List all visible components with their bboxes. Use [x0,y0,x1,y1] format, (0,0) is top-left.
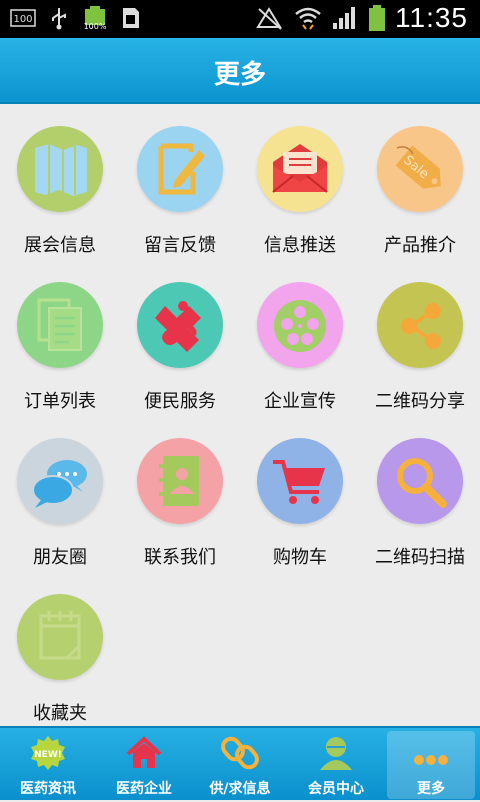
grid-item-label: 联系我们 [144,547,216,568]
tab-label: 会员中心 [308,781,364,797]
tab-pharma-news[interactable]: NEW! 医药资讯 [0,728,96,802]
grid-item-icon-circle: Sale [377,126,463,212]
status-left-icons: 100 100% [10,6,144,30]
grid-item-label: 产品推介 [384,235,456,256]
grid-item-moments[interactable]: 朋友圈 [0,416,120,572]
grid-item-contact-us[interactable]: 联系我们 [120,416,240,572]
grid-item-order-list[interactable]: 订单列表 [0,260,120,416]
sim-card-icon [123,8,139,28]
grid-item-label: 收藏夹 [33,703,87,724]
grid-item-icon-circle [377,438,463,524]
grid-item-label: 企业宣传 [264,391,336,412]
svg-text:100%: 100% [84,22,107,30]
grid-item-exhibition-info[interactable]: 展会信息 [0,104,120,260]
page-title: 更多 [213,60,266,90]
shopping-cart-icon [273,460,325,504]
svg-text:100: 100 [13,14,32,25]
grid-item-label: 二维码分享 [375,391,465,412]
status-time: 11:35 [395,2,468,33]
chain-link-icon [221,736,259,770]
tab-label: 医药资讯 [20,781,76,797]
tab-more[interactable]: 更多 [387,731,475,799]
grid-item-label: 朋友圈 [33,547,87,568]
svg-text:NEW!: NEW! [34,750,62,760]
status-right-icons: 11:35 [255,2,468,34]
grid-item-label: 展会信息 [24,235,96,256]
tab-pharma-companies[interactable]: 医药企业 [96,728,192,802]
grid-item-icon-circle [137,438,223,524]
grid-item-icon-circle [17,594,103,680]
tab-label: 供/求信息 [209,781,271,797]
storage-icon: 100 [10,9,36,27]
more-dots-icon [414,755,448,765]
grid-item-favorites[interactable]: 收藏夹 [0,572,120,728]
pencil-edit-icon [158,143,205,195]
grid-item-label: 二维码扫描 [375,547,465,568]
magnifier-icon [397,458,447,508]
grid-item-icon-circle [137,126,223,212]
no-signal-icon [256,7,282,30]
tab-member-center[interactable]: 会员中心 [288,728,384,802]
title-bar: 更多 [0,38,480,104]
mail-icon [272,144,328,193]
contacts-book-icon [159,456,199,506]
grid-item-icon-circle [257,282,343,368]
battery-full-icon: 100% [84,6,107,30]
chat-bubbles-icon [32,460,87,508]
tab-label: 更多 [417,781,445,797]
usb-icon [52,8,66,30]
film-reel-icon [274,300,326,352]
documents-icon [37,298,82,351]
grid-item-company-promo[interactable]: 企业宣传 [240,260,360,416]
feature-grid: 展会信息 留言反馈 信息推送 Sale 产品推介 订单列表 便民服务 企业宣传 … [0,104,480,726]
grid-item-shopping-cart[interactable]: 购物车 [240,416,360,572]
grid-item-label: 购物车 [273,547,327,568]
grid-item-icon-circle [17,282,103,368]
grid-item-convenience-services[interactable]: 便民服务 [120,260,240,416]
tab-supply-demand[interactable]: 供/求信息 [192,728,288,802]
share-icon [401,303,441,349]
wifi-icon [295,7,321,30]
grid-item-icon-circle [377,282,463,368]
grid-item-label: 信息推送 [264,235,336,256]
grid-item-product-promo[interactable]: Sale 产品推介 [360,104,480,260]
cell-signal-icon [333,7,355,29]
grid-item-label: 便民服务 [144,391,216,412]
battery-status-icon [369,5,385,31]
grid-item-qr-scan[interactable]: 二维码扫描 [360,416,480,572]
grid-item-label: 留言反馈 [144,235,216,256]
calendar-notes-icon [39,611,81,660]
bottom-tab-bar: NEW! 医药资讯 医药企业 供/求信息 会员中心 更多 [0,726,480,800]
puzzle-icon [155,301,201,352]
grid-item-push-info[interactable]: 信息推送 [240,104,360,260]
grid-item-icon-circle [257,438,343,524]
grid-item-icon-circle [17,438,103,524]
grid-item-icon-circle [17,126,103,212]
sale-tag-icon: Sale [395,145,441,189]
grid-item-icon-circle [137,282,223,368]
grid-item-icon-circle [257,126,343,212]
grid-item-label: 订单列表 [24,391,96,412]
tab-label: 医药企业 [116,781,172,797]
grid-item-qr-share[interactable]: 二维码分享 [360,260,480,416]
house-icon [126,736,162,768]
new-badge-icon: NEW! [31,736,65,770]
map-icon [35,144,87,196]
status-bar: 100 100% 11:35 [0,0,480,38]
user-icon [320,737,352,770]
grid-item-feedback[interactable]: 留言反馈 [120,104,240,260]
